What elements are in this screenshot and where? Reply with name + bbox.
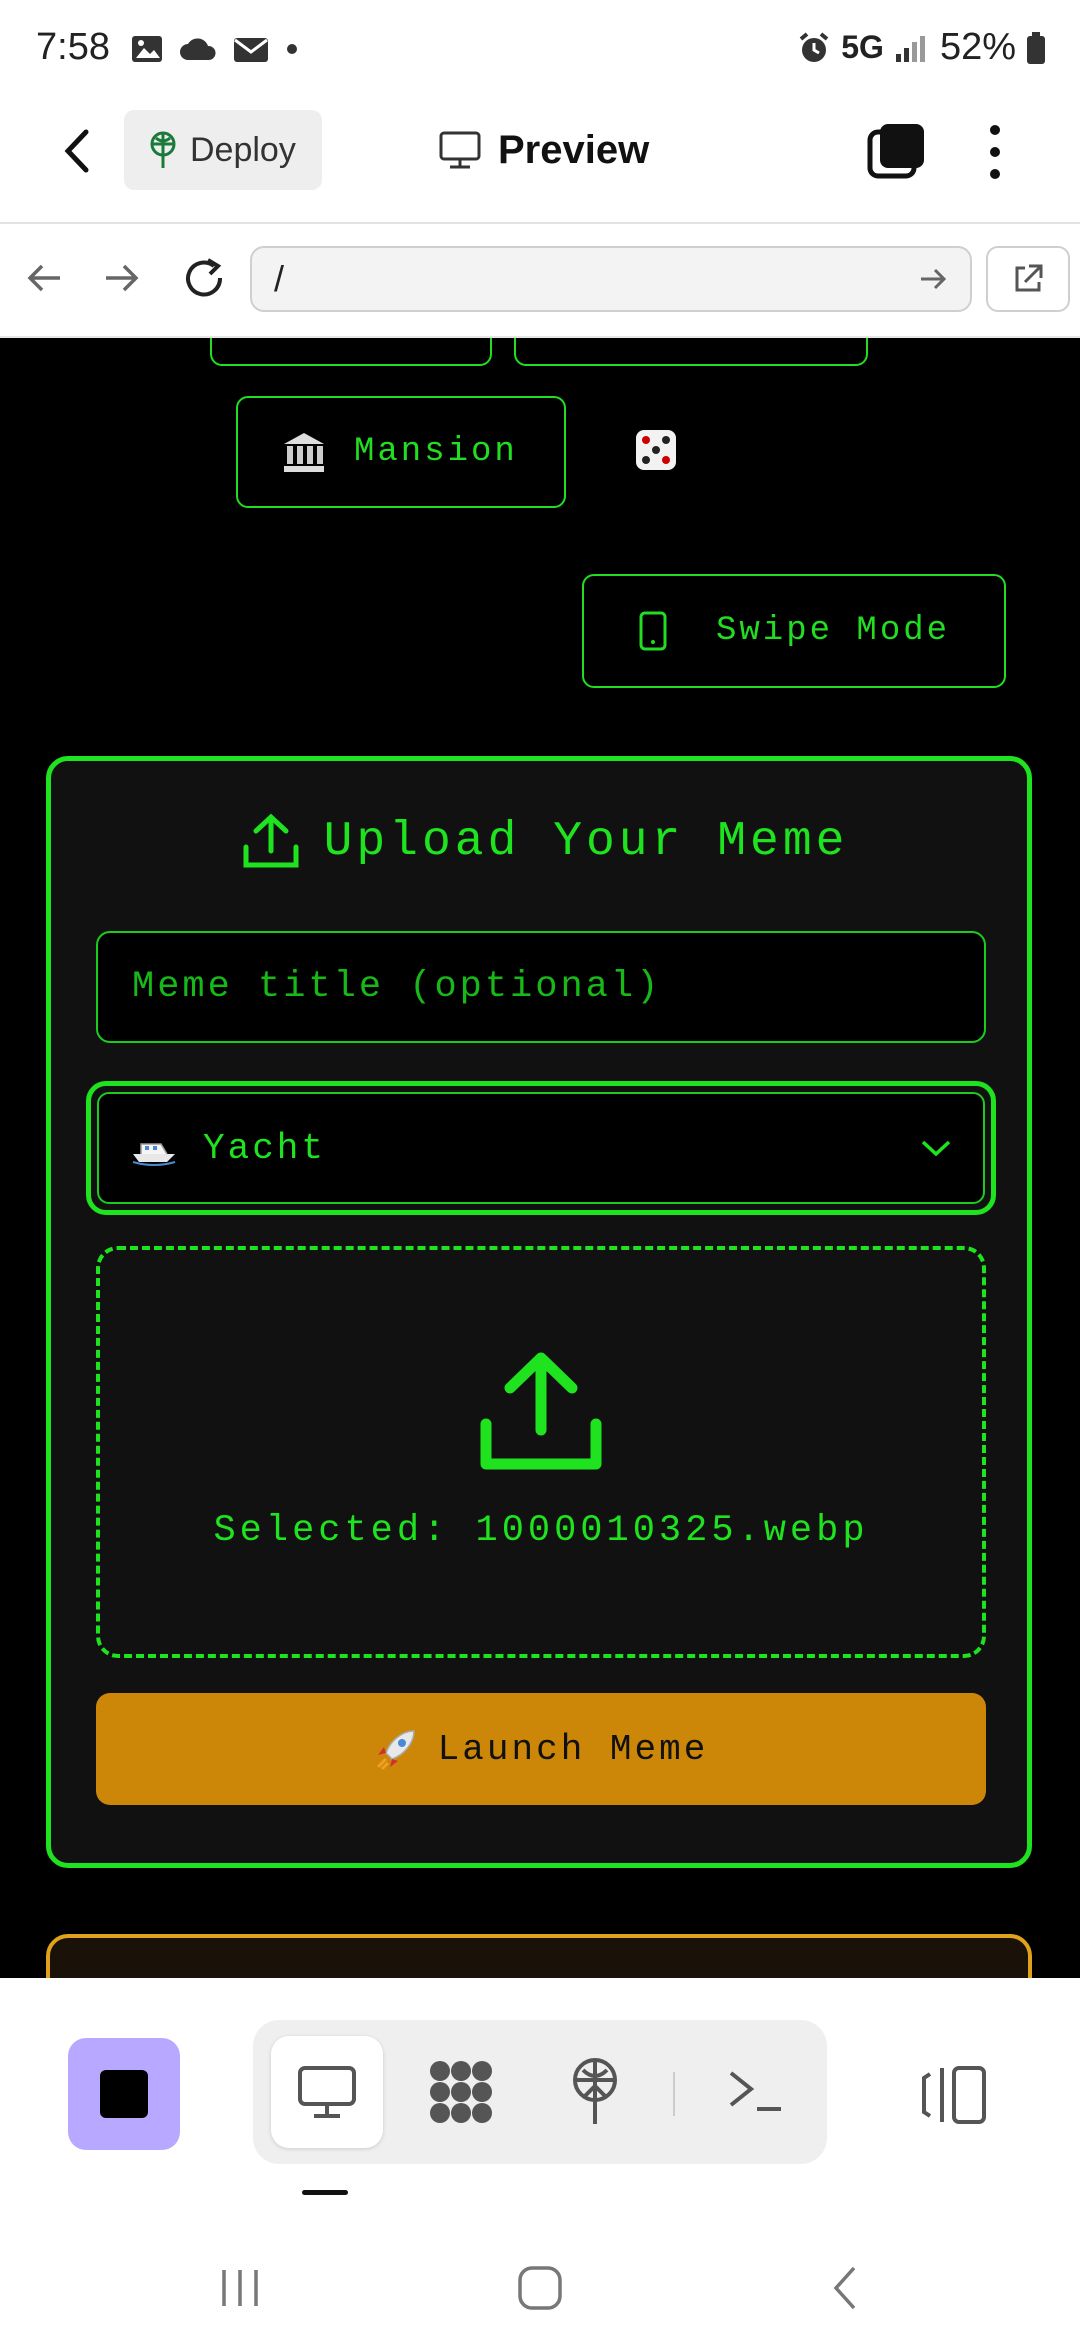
alarm-icon [799,31,829,62]
open-external-button[interactable] [986,246,1070,312]
more-vert-icon[interactable] [980,120,1010,184]
launch-meme-button[interactable]: Launch Meme [96,1693,986,1805]
url-field[interactable]: / [250,246,972,312]
preview-tab[interactable]: Preview [438,120,649,180]
rocket-icon [376,1730,415,1771]
upload-title-text: Upload Your Meme [323,815,849,869]
chevron-down-icon [921,1140,951,1157]
forward-arrow-icon[interactable] [102,258,142,298]
category-button-partial[interactable] [210,338,492,366]
notification-icons [130,32,300,66]
category-selected-label: Yacht [203,1127,327,1169]
upload-icon [480,1352,602,1470]
status-bar: 7:58 5G 52% [0,0,1080,100]
layers-icon[interactable] [866,120,928,182]
network-label: 5G [841,29,884,65]
deploy-tool-button[interactable] [539,2036,651,2148]
external-link-icon [1015,264,1043,292]
system-nav-bar [0,2220,1080,2340]
app-bar: Deploy Preview [0,100,1080,224]
launch-label: Launch Meme [437,1728,709,1770]
antenna-icon [573,2058,617,2124]
selected-file-text: Selected: 1000010325.webp [213,1510,869,1552]
recent-apps-icon[interactable] [216,2266,266,2310]
nav-back-icon[interactable] [826,2264,866,2312]
preview-label: Preview [498,127,650,172]
upload-icon [243,813,299,868]
monitor-icon [439,131,481,169]
console-tool-button[interactable] [699,2036,811,2148]
reload-icon[interactable] [180,254,228,302]
web-content: Mansion Swipe Mode Upload Your Meme Yach… [0,338,1080,1978]
next-card-partial [46,1934,1032,1978]
mansion-button[interactable]: Mansion [236,396,566,508]
image-icon [132,36,162,62]
signal-icon [895,35,925,62]
meme-title-input[interactable] [96,931,986,1043]
status-right: 5G 52% [797,26,1046,69]
battery-icon [1027,31,1045,64]
category-select-box[interactable]: Yacht [97,1092,985,1204]
url-text: / [274,258,285,299]
bank-icon [284,433,324,472]
yacht-icon [132,1143,176,1166]
deploy-label: Deploy [190,130,296,169]
mail-icon [234,38,268,62]
extensions-tool-button[interactable] [405,2036,517,2148]
back-arrow-icon[interactable] [56,126,100,176]
dice-icon[interactable] [632,426,680,474]
mansion-label: Mansion [354,433,518,471]
swipe-mode-label: Swipe Mode [716,612,951,650]
divider [673,2072,675,2116]
browser-bar: / [0,224,1080,338]
home-icon[interactable] [516,2264,564,2312]
tab-indicator [302,2190,348,2195]
stop-icon [100,2070,148,2118]
panels-icon[interactable] [920,2064,990,2126]
back-arrow-icon[interactable] [24,258,64,298]
antenna-icon [150,131,176,168]
upload-card: Upload Your Meme Yacht Selected: 1000010… [46,756,1032,1868]
upload-title: Upload Your Meme [51,811,1037,873]
category-select[interactable]: Yacht [86,1081,996,1215]
go-arrow-icon[interactable] [918,264,948,294]
file-dropzone[interactable]: Selected: 1000010325.webp [96,1246,986,1658]
category-button-partial[interactable] [514,338,868,366]
swipe-mode-button[interactable]: Swipe Mode [582,574,1006,688]
battery-percent: 52% [939,26,1016,68]
deploy-button[interactable]: Deploy [124,110,322,190]
puzzle-icon [430,2061,492,2123]
dot-icon [287,44,297,54]
preview-tool-button[interactable] [271,2036,383,2148]
monitor-icon [298,2066,356,2118]
terminal-icon [729,2071,781,2111]
tool-group [253,2020,827,2164]
cloud-icon [180,38,216,60]
phone-icon [639,611,667,651]
stop-button[interactable] [68,2038,180,2150]
status-time: 7:58 [36,26,110,68]
